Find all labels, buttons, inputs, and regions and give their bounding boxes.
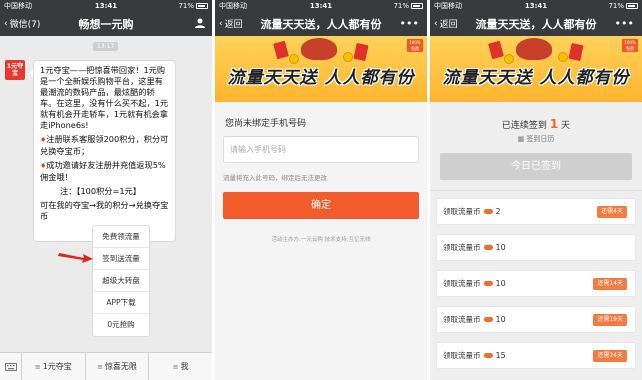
phone-input[interactable] [223, 136, 419, 163]
red-envelope-icon [273, 40, 289, 60]
calendar-icon: ▦ [517, 135, 525, 143]
days-left-badge: 还需4天 [597, 206, 627, 218]
money-bag-icon [516, 38, 552, 60]
message-line: 注册联系客服领200积分，积分可兑换夺宝币； [40, 134, 169, 156]
reward-row[interactable]: 领取流量币 10 还需19天 [436, 306, 636, 333]
sponsor-footer: 活动主办方:一元云购 技术支持:互亿无线 [271, 237, 371, 243]
battery-icon [411, 2, 423, 9]
status-bar: 中国移动 13:41 71% [0, 0, 212, 11]
chevron-left-icon: ‹ [434, 18, 438, 29]
promo-banner: 100% 免费 流量天天送 人人都有份 [430, 36, 642, 102]
streak-text: 已连续签到 1 天 [501, 117, 571, 131]
tab-surprise[interactable]: ≡ 惊喜无限 [86, 353, 150, 380]
menu-lines-icon: ≡ [172, 362, 179, 371]
popup-menu: 免费领流量 签到送流量 超级大转盘 APP下载 0元抢购 [92, 225, 150, 337]
red-envelope-icon [353, 42, 369, 62]
message-line: 可在我的夺宝→我的积分→兑换夺宝币 [40, 200, 169, 221]
signin-screen: 中国移动 13:41 71% ‹ 返回 流量天天送，人人都有份 ••• 100%… [430, 0, 642, 380]
money-bag-icon [301, 38, 337, 60]
days-left-badge: 还需24天 [593, 350, 627, 362]
chevron-left-icon: ‹ [4, 18, 8, 29]
menu-item-free-data[interactable]: 免费领流量 [93, 226, 149, 248]
promo-banner: 100% 免费 流量天天送 人人都有份 [215, 36, 427, 102]
clock: 13:41 [524, 1, 548, 10]
menu-item-signin-data[interactable]: 签到送流量 [93, 248, 149, 270]
menu-item-wheel[interactable]: 超级大转盘 [93, 270, 149, 292]
menu-item-app-download[interactable]: APP下载 [93, 292, 149, 314]
nav-bar: ‹ 返回 流量天天送，人人都有份 ••• [215, 11, 427, 36]
avatar[interactable]: 1元夺宝 [5, 60, 25, 80]
status-bar: 中国移动 13:41 71% [215, 0, 427, 11]
reward-row[interactable]: 领取流量币 2 还需4天 [436, 198, 636, 225]
timestamp: 13:17 [93, 42, 119, 51]
banner-title: 流量天天送 人人都有份 [227, 68, 415, 88]
red-envelope-icon [568, 42, 584, 62]
free-badge: 100% 免费 [407, 39, 423, 52]
clock: 13:41 [309, 1, 333, 10]
reward-row[interactable]: 领取流量币 10 还需14天 [436, 270, 636, 297]
battery-icon [196, 2, 208, 9]
back-label: 微信(7) [9, 20, 41, 30]
coin-icon [483, 317, 493, 322]
coin-icon [483, 245, 493, 250]
bind-heading: 您尚未绑定手机号码 [225, 119, 307, 129]
nav-bar: ‹ 微信(7) 畅想一元购 [0, 11, 212, 36]
battery-icon [626, 2, 638, 9]
profile-icon[interactable] [194, 17, 206, 29]
tab-one-yuan[interactable]: ≡ 1元夺宝 [22, 353, 86, 380]
chevron-left-icon: ‹ [219, 18, 223, 29]
signed-in-button[interactable]: 今日已签到 [440, 153, 632, 180]
clock: 13:41 [94, 1, 118, 10]
bottom-menu-bar: ≡ 1元夺宝 ≡ 惊喜无限 ≡ 我 [0, 352, 212, 380]
arrow-pointer-icon [58, 253, 93, 263]
bind-phone-screen: 中国移动 13:41 71% ‹ 返回 流量天天送，人人都有份 ••• 100%… [215, 0, 427, 380]
menu-lines-icon: ≡ [34, 362, 41, 371]
more-icon[interactable]: ••• [615, 17, 634, 30]
keyboard-icon [4, 362, 17, 371]
confirm-button[interactable]: 确定 [223, 192, 419, 219]
coin-icon [343, 52, 353, 62]
page-title: 流量天天送，人人都有份 [260, 17, 382, 31]
more-icon[interactable]: ••• [400, 17, 419, 30]
red-envelope-icon [488, 40, 504, 60]
coin-icon [483, 353, 493, 358]
tab-me[interactable]: ≡ 我 [149, 353, 212, 380]
coin-icon [483, 209, 493, 214]
status-bar: 中国移动 13:41 71% [430, 0, 642, 11]
calendar-link[interactable]: ▦ 签到日历 [430, 134, 642, 144]
phone-note: 流量将充入此号码，绑定后无法更改 [223, 174, 327, 182]
message-bubble: 1元夺宝——把惊喜带回家！1元购是一个全新娱乐购物平台，这里有最潮流的数码产品，… [29, 60, 176, 242]
reward-row[interactable]: 领取流量币 10 [436, 234, 636, 261]
message-intro: 1元夺宝——把惊喜带回家！1元购是一个全新娱乐购物平台，这里有最潮流的数码产品，… [40, 65, 169, 130]
message-line: 注：【100积分=1元】 [60, 186, 141, 196]
menu-lines-icon: ≡ [97, 362, 103, 371]
coin-icon [558, 52, 568, 62]
keyboard-toggle[interactable] [0, 353, 22, 380]
back-button[interactable]: ‹ 微信(7) [0, 17, 41, 31]
free-badge: 100% 免费 [622, 39, 638, 52]
days-left-badge: 还需14天 [593, 278, 627, 290]
chat-screen: 中国移动 13:41 71% ‹ 微信(7) 畅想一元购 13:17 1元夺宝 … [0, 0, 212, 380]
back-button[interactable]: ‹ 返回 [215, 17, 243, 31]
coin-icon [483, 281, 493, 286]
nav-bar: ‹ 返回 流量天天送，人人都有份 ••• [430, 11, 642, 36]
menu-item-zero-buy[interactable]: 0元抢购 [93, 314, 149, 336]
banner-title: 流量天天送 人人都有份 [442, 68, 630, 88]
days-left-badge: 还需19天 [593, 314, 627, 326]
divider [430, 190, 642, 191]
streak-count: 1 [549, 117, 559, 131]
page-title: 流量天天送，人人都有份 [475, 17, 597, 31]
back-button[interactable]: ‹ 返回 [430, 17, 458, 31]
message-line: 成功邀请好友注册并充值返现5%佣金哦！ [40, 160, 166, 182]
reward-row[interactable]: 领取流量币 15 还需24天 [436, 342, 636, 369]
